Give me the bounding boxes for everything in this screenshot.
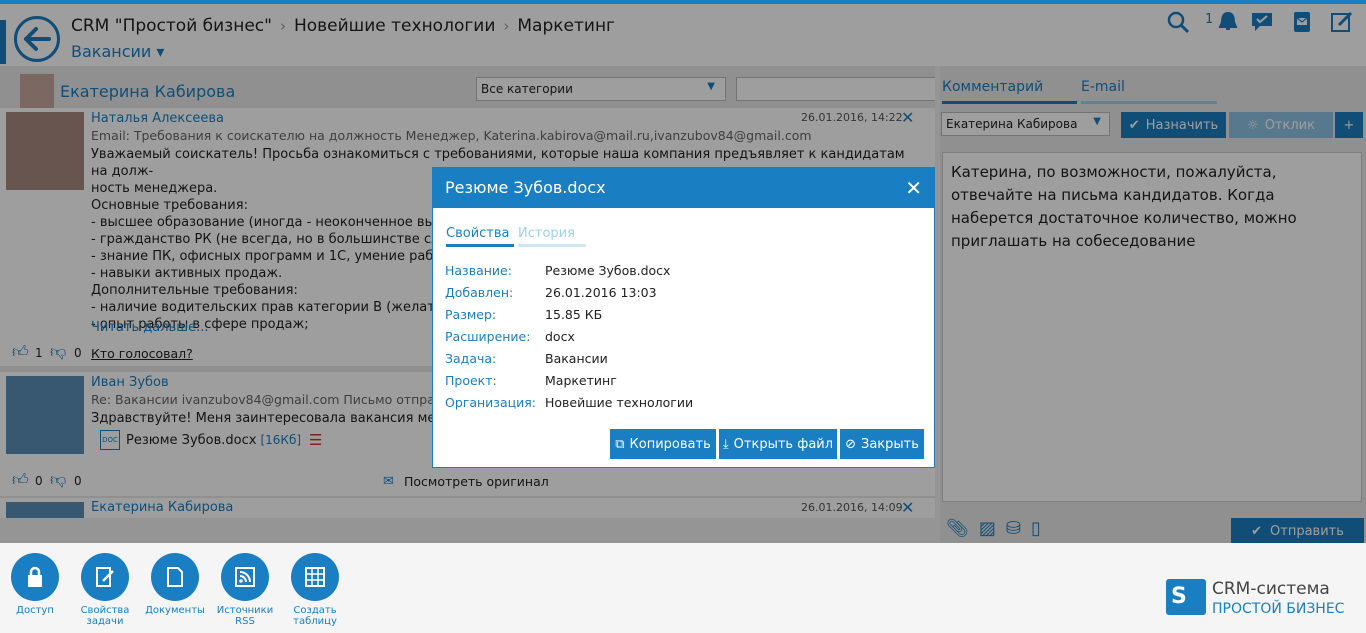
brand-logo: S [1166,579,1206,615]
rss-icon [221,553,269,601]
copy-icon: ⧉ [615,436,625,452]
brand-subtitle: ПРОСТОЙ БИЗНЕС [1212,601,1345,617]
table-icon [291,553,339,601]
edit-doc-icon [81,553,129,601]
bottom-toolbar: Доступ Свойства задачи Документы Источни… [0,543,1366,633]
dialog-title: Резюме Зубов.docx [445,178,606,197]
file-properties-dialog: Резюме Зубов.docx ✕ Свойства История Наз… [432,167,935,468]
download-icon: ⤓ [722,436,729,452]
access-button[interactable]: Доступ [0,553,70,616]
document-icon [151,553,199,601]
create-table-button[interactable]: Создать таблицу [280,553,350,627]
close-button[interactable]: ⊘ Закрыть [840,429,924,459]
task-properties-button[interactable]: Свойства задачи [70,553,140,627]
open-file-button[interactable]: ⤓ Открыть файл [719,429,837,459]
tab-history[interactable]: История [518,226,586,247]
documents-button[interactable]: Документы [140,553,210,616]
dialog-tabs: Свойства История [446,226,590,247]
dialog-header: Резюме Зубов.docx ✕ [433,168,934,208]
brand-title: CRM-система [1212,579,1330,599]
ban-icon: ⊘ [845,436,856,452]
tab-properties[interactable]: Свойства [446,226,514,247]
lock-icon [11,553,59,601]
close-icon[interactable]: ✕ [905,176,922,200]
modal-backdrop-right[interactable] [940,66,1366,543]
modal-backdrop-header[interactable] [0,4,1366,66]
rss-sources-button[interactable]: Источники RSS [210,553,280,627]
copy-button[interactable]: ⧉ Копировать [610,429,716,459]
